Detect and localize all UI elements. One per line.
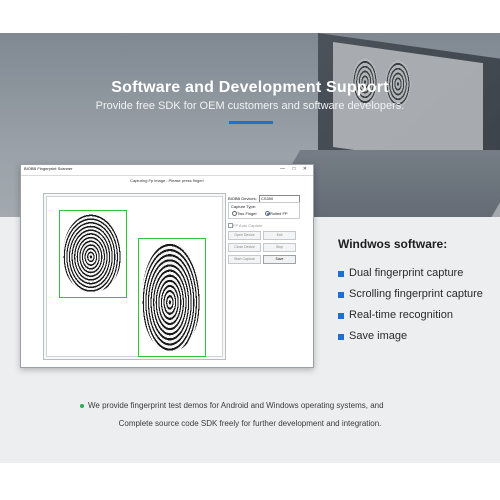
feature-item: Dual fingerprint capture [349,267,464,279]
window-titlebar: BIOBB Fingerprint Scanner — □ ✕ [21,165,313,176]
features-title: Windwos software: [338,237,448,251]
window-title: BIOBB Fingerprint Scanner [24,166,73,171]
capture-canvas [46,196,223,357]
bottom-margin [0,463,500,500]
fingerprint-icon [63,214,121,292]
hero-subtitle: Provide free SDK for OEM customers and s… [95,100,405,112]
bullet-icon [338,313,344,319]
feature-item: Save image [349,330,408,342]
fingerprint-icon [142,243,200,351]
top-margin [0,0,500,33]
close-device-button[interactable]: Close Device [228,243,261,252]
note-line-1: We provide fingerprint test demos for An… [88,401,384,410]
auto-capture-label: FP Auto Capture [233,223,263,228]
feature-item: Scrolling fingerprint capture [349,288,483,300]
start-capture-button[interactable]: Start Capture [228,255,261,264]
window-controls[interactable]: — □ ✕ [280,166,310,172]
capture-type-group: Capture Type: Two Finger Rolled FP [228,202,300,219]
capture-panel [43,193,226,360]
hero-title: Software and Development Support [111,79,389,96]
fingerprint-box-right [138,238,206,357]
feature-item: Real-time recognition [349,309,453,321]
note-line-2: Complete source code SDK freely for furt… [118,419,382,428]
radio-two-finger-label: Two Finger [237,211,257,216]
control-panel: BIOBB Devices: CS300 Capture Type: Two F… [226,193,306,358]
fingerprint-box-left [59,210,127,298]
hero-accent-bar [229,121,273,124]
device-label: BIOBB Devices: [228,196,257,201]
capture-status: Capturing Fp image : Please press finger… [130,178,204,183]
stop-button[interactable]: Stop [263,243,296,252]
save-button[interactable]: Save [263,255,296,264]
app-window-screenshot: BIOBB Fingerprint Scanner — □ ✕ Capturin… [20,164,314,368]
exit-button[interactable]: Exit [263,231,296,240]
bullet-icon [338,334,344,340]
open-device-button[interactable]: Open Device [228,231,261,240]
bullet-icon [338,271,344,277]
capture-type-label: Capture Type: [231,204,257,209]
green-dot-icon [80,404,84,408]
bullet-icon [338,292,344,298]
radio-rolled-label: Rolled FP [270,211,288,216]
